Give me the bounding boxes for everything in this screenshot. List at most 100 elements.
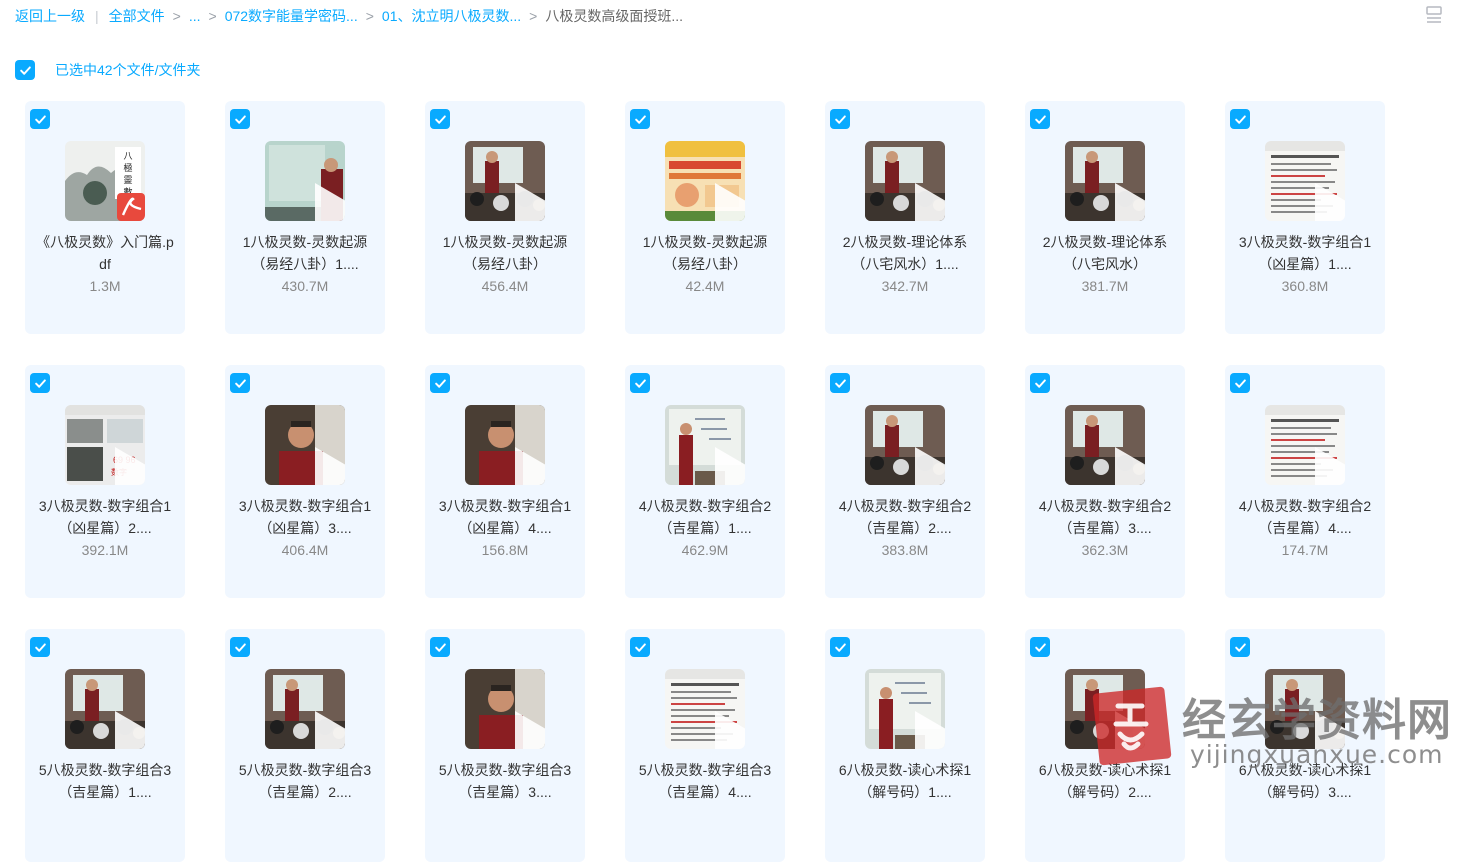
- file-tile-video[interactable]: 4八极灵数-数字组合2（吉星篇）3.... 362.3M: [1025, 365, 1185, 598]
- file-tile-video[interactable]: 3八极灵数-数字组合1（凶星篇）4.... 156.8M: [425, 365, 585, 598]
- file-name[interactable]: 《八极灵数》入门篇.pdf: [33, 231, 177, 275]
- file-tile-video[interactable]: 1八极灵数-灵数起源（易经八卦） 42.4M: [625, 101, 785, 334]
- file-tile-video[interactable]: 2八极灵数-理论体系（八宅风水）1.... 342.7M: [825, 101, 985, 334]
- file-checkbox[interactable]: [830, 109, 850, 129]
- file-tile-video[interactable]: 4八极灵数-数字组合2（吉星篇）4.... 174.7M: [1225, 365, 1385, 598]
- file-tile-video[interactable]: 1八极灵数-灵数起源（易经八卦）1.... 430.7M: [225, 101, 385, 334]
- file-checkbox[interactable]: [230, 109, 250, 129]
- file-checkbox[interactable]: [30, 109, 50, 129]
- file-tile-video[interactable]: 69 96数字 3八极灵数-数字组合1（凶星篇）2.... 392.1M: [25, 365, 185, 598]
- file-name[interactable]: 5八极灵数-数字组合3（吉星篇）4....: [633, 759, 777, 803]
- file-tile-video[interactable]: 1八极灵数-灵数起源（易经八卦） 456.4M: [425, 101, 585, 334]
- breadcrumb-separator: >: [365, 8, 374, 24]
- file-thumbnail[interactable]: [1265, 141, 1345, 221]
- file-tile-video[interactable]: 4八极灵数-数字组合2（吉星篇）2.... 383.8M: [825, 365, 985, 598]
- file-thumbnail[interactable]: 69 96数字: [65, 405, 145, 485]
- file-checkbox[interactable]: [1030, 373, 1050, 393]
- file-checkbox[interactable]: [430, 109, 450, 129]
- file-thumbnail[interactable]: [865, 405, 945, 485]
- file-checkbox[interactable]: [1230, 373, 1250, 393]
- file-tile-video[interactable]: 4八极灵数-数字组合2（吉星篇）1.... 462.9M: [625, 365, 785, 598]
- file-name[interactable]: 4八极灵数-数字组合2（吉星篇）2....: [833, 495, 977, 539]
- file-tile-video[interactable]: 2八极灵数-理论体系（八宅风水） 381.7M: [1025, 101, 1185, 334]
- file-name[interactable]: 2八极灵数-理论体系（八宅风水）1....: [833, 231, 977, 275]
- back-link[interactable]: 返回上一级: [15, 6, 85, 26]
- file-thumbnail[interactable]: [265, 405, 345, 485]
- file-thumbnail[interactable]: [265, 669, 345, 749]
- check-icon: [1034, 378, 1046, 388]
- breadcrumb-all-files[interactable]: 全部文件: [109, 6, 165, 26]
- file-checkbox[interactable]: [430, 637, 450, 657]
- file-tile-video[interactable]: 6八极灵数-读心术探1（解号码）1....: [825, 629, 985, 862]
- file-thumbnail[interactable]: [65, 669, 145, 749]
- breadcrumb-item-1[interactable]: 072数字能量学密码...: [225, 6, 358, 26]
- file-checkbox[interactable]: [1030, 637, 1050, 657]
- file-checkbox[interactable]: [30, 637, 50, 657]
- file-checkbox[interactable]: [830, 373, 850, 393]
- file-thumbnail[interactable]: 八極靈數: [65, 141, 145, 221]
- file-name[interactable]: 5八极灵数-数字组合3（吉星篇）3....: [433, 759, 577, 803]
- file-tile-video[interactable]: 5八极灵数-数字组合3（吉星篇）2....: [225, 629, 385, 862]
- file-name[interactable]: 5八极灵数-数字组合3（吉星篇）1....: [33, 759, 177, 803]
- file-checkbox[interactable]: [1230, 109, 1250, 129]
- file-name[interactable]: 4八极灵数-数字组合2（吉星篇）3....: [1033, 495, 1177, 539]
- file-checkbox[interactable]: [630, 637, 650, 657]
- play-icon: [715, 183, 745, 221]
- breadcrumb-item-2[interactable]: 01、沈立明八极灵数...: [382, 6, 521, 26]
- file-tile-video[interactable]: 5八极灵数-数字组合3（吉星篇）1....: [25, 629, 185, 862]
- file-checkbox[interactable]: [230, 637, 250, 657]
- file-name[interactable]: 5八极灵数-数字组合3（吉星篇）2....: [233, 759, 377, 803]
- file-checkbox[interactable]: [630, 109, 650, 129]
- file-tile-video[interactable]: 5八极灵数-数字组合3（吉星篇）4....: [625, 629, 785, 862]
- file-thumbnail[interactable]: [1065, 141, 1145, 221]
- file-name[interactable]: 3八极灵数-数字组合1（凶星篇）2....: [33, 495, 177, 539]
- file-name[interactable]: 6八极灵数-读心术探1（解号码）1....: [833, 759, 977, 803]
- file-thumbnail[interactable]: [865, 669, 945, 749]
- file-thumbnail[interactable]: [465, 141, 545, 221]
- file-name[interactable]: 2八极灵数-理论体系（八宅风水）: [1033, 231, 1177, 275]
- file-thumbnail[interactable]: [665, 141, 745, 221]
- svg-text:極: 極: [123, 162, 132, 173]
- file-checkbox[interactable]: [830, 637, 850, 657]
- file-name[interactable]: 4八极灵数-数字组合2（吉星篇）1....: [633, 495, 777, 539]
- play-icon: [915, 183, 945, 221]
- play-icon: [315, 183, 345, 221]
- file-tile-video[interactable]: 5八极灵数-数字组合3（吉星篇）3....: [425, 629, 585, 862]
- play-icon: [1115, 447, 1145, 485]
- file-size: 392.1M: [81, 542, 129, 558]
- check-icon: [434, 378, 446, 388]
- file-size: 156.8M: [481, 542, 529, 558]
- play-icon: [515, 711, 545, 749]
- file-name[interactable]: 3八极灵数-数字组合1（凶星篇）1....: [1233, 231, 1377, 275]
- file-checkbox[interactable]: [430, 373, 450, 393]
- file-name[interactable]: 3八极灵数-数字组合1（凶星篇）3....: [233, 495, 377, 539]
- file-checkbox[interactable]: [630, 373, 650, 393]
- file-thumbnail[interactable]: [465, 405, 545, 485]
- file-name[interactable]: 3八极灵数-数字组合1（凶星篇）4....: [433, 495, 577, 539]
- file-checkbox[interactable]: [1230, 637, 1250, 657]
- file-checkbox[interactable]: [1030, 109, 1050, 129]
- file-thumbnail[interactable]: [465, 669, 545, 749]
- file-thumbnail[interactable]: [665, 405, 745, 485]
- check-icon: [634, 642, 646, 652]
- file-thumbnail[interactable]: [1265, 405, 1345, 485]
- file-name[interactable]: 1八极灵数-灵数起源（易经八卦）1....: [233, 231, 377, 275]
- file-tile-video[interactable]: 3八极灵数-数字组合1（凶星篇）3.... 406.4M: [225, 365, 385, 598]
- file-checkbox[interactable]: [30, 373, 50, 393]
- select-all-checkbox[interactable]: [15, 60, 35, 80]
- file-name[interactable]: 4八极灵数-数字组合2（吉星篇）4....: [1233, 495, 1377, 539]
- file-size: 381.7M: [1081, 278, 1129, 294]
- list-view-icon[interactable]: [1426, 6, 1442, 24]
- file-name[interactable]: 1八极灵数-灵数起源（易经八卦）: [433, 231, 577, 275]
- file-tile-video[interactable]: 3八极灵数-数字组合1（凶星篇）1.... 360.8M: [1225, 101, 1385, 334]
- file-name[interactable]: 1八极灵数-灵数起源（易经八卦）: [633, 231, 777, 275]
- file-thumbnail[interactable]: [265, 141, 345, 221]
- play-icon: [915, 447, 945, 485]
- file-thumbnail[interactable]: [665, 669, 745, 749]
- file-thumbnail[interactable]: [1065, 405, 1145, 485]
- file-thumbnail[interactable]: [865, 141, 945, 221]
- watermark: 经玄学资料网 yijingxuanxue.com: [1090, 684, 1460, 796]
- breadcrumb-ellipsis[interactable]: ...: [189, 8, 201, 24]
- file-checkbox[interactable]: [230, 373, 250, 393]
- file-tile-pdf[interactable]: 八極靈數《八极灵数》入门篇.pdf 1.3M: [25, 101, 185, 334]
